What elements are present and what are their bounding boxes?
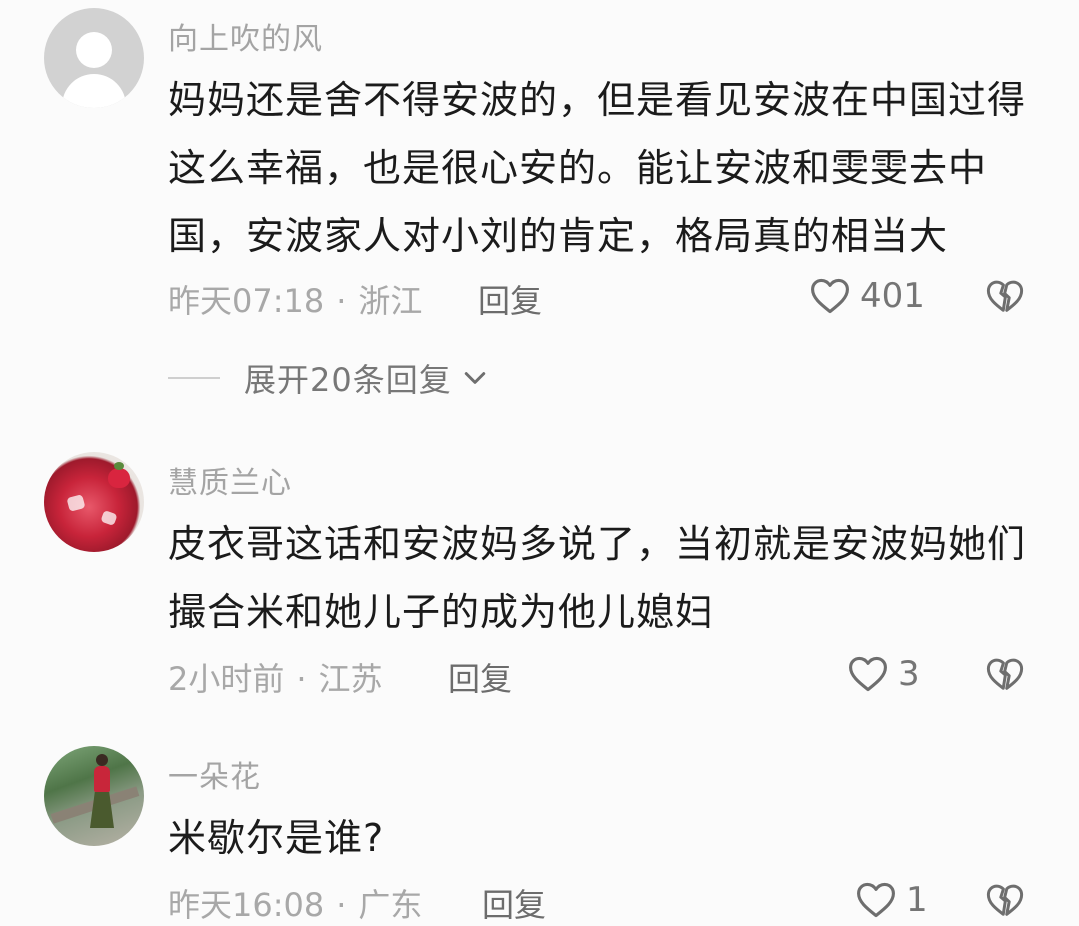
- like-button[interactable]: 401: [808, 274, 925, 318]
- avatar-person-head-shape: [96, 754, 108, 766]
- username[interactable]: 慧质兰心: [168, 458, 292, 502]
- comment-location: 江苏: [318, 660, 383, 698]
- heart-outline-icon: [811, 278, 849, 314]
- reply-button[interactable]: 回复: [478, 276, 542, 322]
- avatar-strawberry-shape: [108, 468, 130, 488]
- comment-meta: 昨天16:08 · 广东: [168, 880, 422, 926]
- avatar-ice-shape: [100, 509, 118, 527]
- comment-text: 皮衣哥这话和安波妈多说了，当初就是安波妈她们撮合米和她儿子的成为他儿媳妇: [168, 522, 1027, 634]
- comment-location: 广东: [358, 886, 423, 924]
- comment-meta: 2小时前 · 江苏: [168, 654, 383, 700]
- like-button[interactable]: 3: [846, 652, 920, 696]
- avatar[interactable]: [44, 452, 144, 552]
- heart-outline-icon: [849, 656, 887, 692]
- avatar-ice-shape: [66, 494, 86, 512]
- comment-text: 米歇尔是谁?: [168, 816, 385, 860]
- reply-button[interactable]: 回复: [482, 880, 546, 926]
- like-count: 401: [860, 276, 925, 316]
- meta-separator: ·: [296, 660, 307, 698]
- dislike-button[interactable]: [984, 654, 1026, 700]
- avatar[interactable]: [44, 8, 144, 108]
- username[interactable]: 一朵花: [168, 752, 261, 796]
- like-button[interactable]: 1: [854, 878, 928, 922]
- comment-time: 2小时前: [168, 660, 285, 698]
- like-count: 1: [906, 880, 928, 920]
- expand-replies-button[interactable]: 展开20条回复: [168, 355, 490, 401]
- like-count: 3: [898, 654, 920, 694]
- comment-location: 浙江: [358, 282, 423, 320]
- avatar[interactable]: [44, 746, 144, 846]
- avatar-head-shape: [76, 32, 112, 68]
- dislike-button[interactable]: [984, 276, 1026, 322]
- reply-button[interactable]: 回复: [448, 654, 512, 700]
- meta-separator: ·: [336, 282, 347, 320]
- broken-heart-icon: [986, 658, 1024, 690]
- comment-time: 昨天16:08: [168, 886, 325, 924]
- comment-time: 昨天07:18: [168, 282, 325, 320]
- expand-replies-label: 展开20条回复: [244, 361, 452, 399]
- broken-heart-icon: [986, 280, 1024, 312]
- meta-separator: ·: [336, 886, 347, 924]
- avatar-person-top-shape: [94, 766, 110, 792]
- comment-text: 妈妈还是舍不得安波的，但是看见安波在中国过得这么幸福，也是很心安的。能让安波和雯…: [168, 78, 1027, 258]
- avatar-leaf-shape: [114, 462, 124, 470]
- dislike-button[interactable]: [984, 880, 1026, 926]
- avatar-body-shape: [62, 74, 126, 108]
- username[interactable]: 向上吹的风: [168, 14, 323, 58]
- comment-meta: 昨天07:18 · 浙江: [168, 276, 422, 322]
- chevron-down-icon: [464, 372, 485, 384]
- heart-outline-icon: [857, 882, 895, 918]
- broken-heart-icon: [986, 884, 1024, 916]
- expand-divider-line: [168, 377, 220, 379]
